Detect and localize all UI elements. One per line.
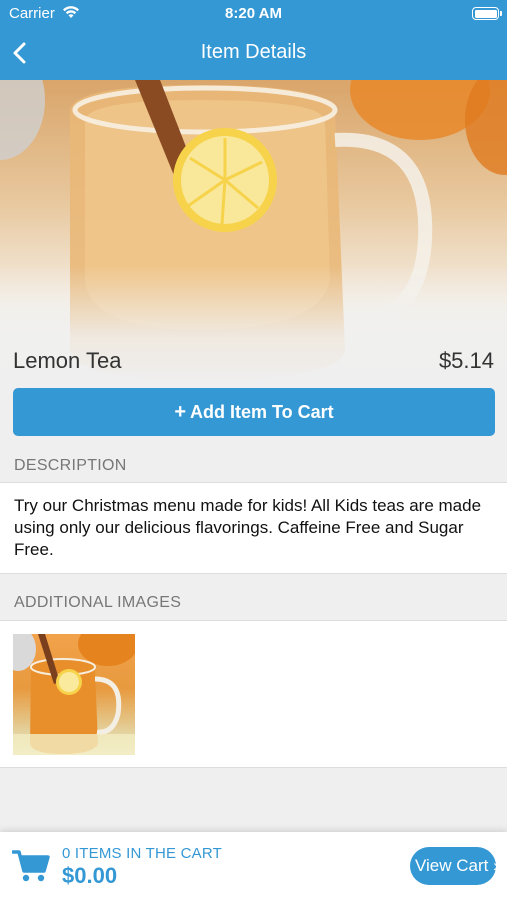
item-price: $5.14 <box>438 348 494 373</box>
top-bar: Carrier 8:20 AM Item Details <box>0 0 507 80</box>
description-body: Try our Christmas menu made for kids! Al… <box>0 482 507 574</box>
add-item-to-cart-button[interactable]: + Add Item To Cart <box>13 388 495 436</box>
cart-bar: 0 ITEMS IN THE CART $0.00 View Cart › <box>0 832 507 900</box>
page-title: Item Details <box>200 41 307 63</box>
nav-bar: Item Details <box>0 30 507 76</box>
description-header: DESCRIPTION <box>0 438 507 482</box>
description-text: Try our Christmas menu made for kids! Al… <box>14 496 482 559</box>
cart-icon[interactable] <box>11 849 50 883</box>
plus-icon: + <box>174 401 186 423</box>
cart-item-count: 0 ITEMS IN THE CART <box>62 845 222 862</box>
cart-total: $0.00 <box>62 863 118 888</box>
status-bar: Carrier 8:20 AM <box>0 0 507 28</box>
additional-image-thumbnail[interactable] <box>13 634 135 755</box>
additional-images-list <box>0 620 507 768</box>
view-cart-button[interactable]: View Cart › <box>410 847 496 885</box>
battery-icon <box>472 7 502 20</box>
item-hero-image <box>0 80 507 385</box>
add-item-to-cart-label: Add Item To Cart <box>190 402 334 422</box>
item-name: Lemon Tea <box>13 348 122 373</box>
additional-images-header: ADDITIONAL IMAGES <box>0 575 507 619</box>
clock: 8:20 AM <box>225 5 282 22</box>
